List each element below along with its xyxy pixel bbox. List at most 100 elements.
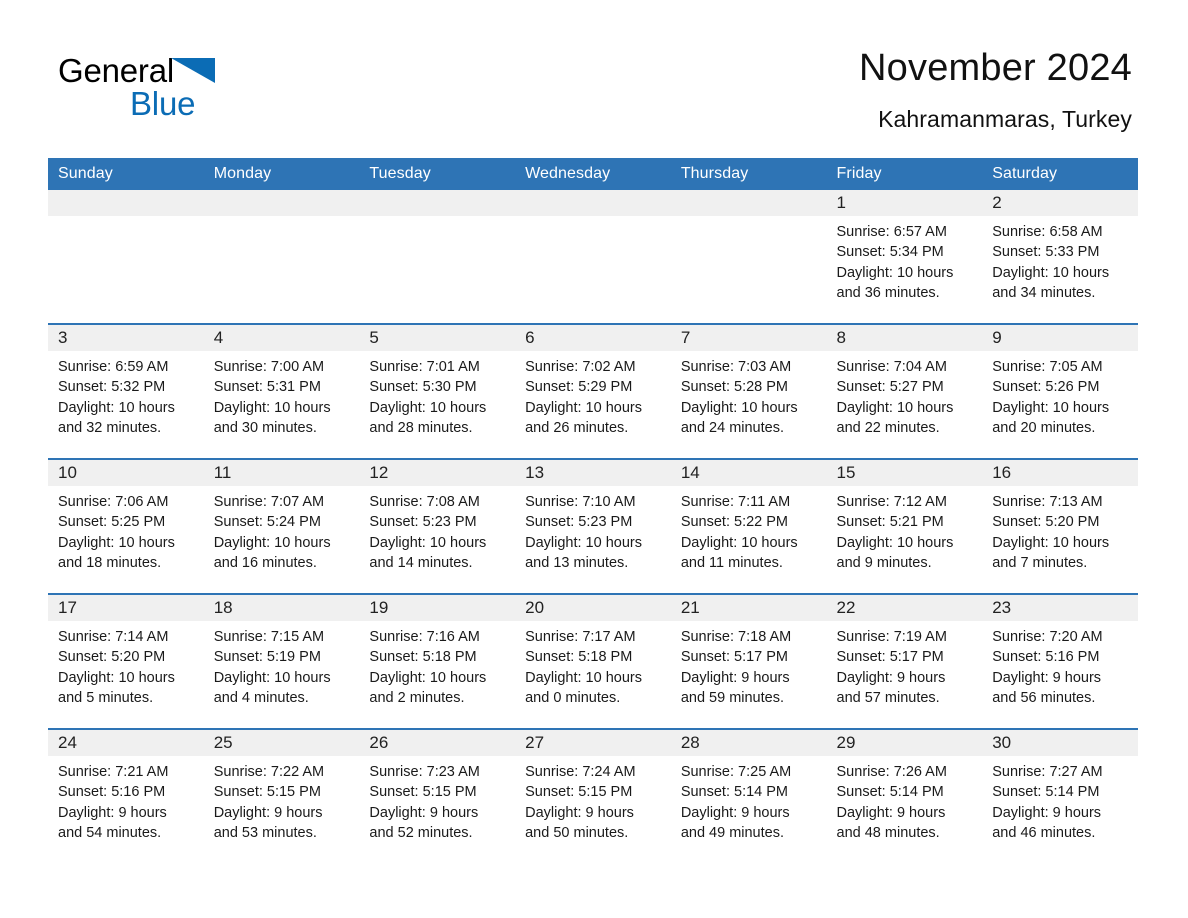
logo-text-blue: Blue [130,85,196,122]
calendar-day-cell[interactable]: 7 Sunrise: 7:03 AM Sunset: 5:28 PM Daylight… [670,323,827,459]
calendar-day-cell[interactable]: 29 Sunrise: 7:26 AM Sunset: 5:14 PM Dayligh… [826,728,983,863]
sunset-text: Sunset: 5:17 PM [836,649,944,666]
calendar-week-row: 17 Sunrise: 7:14 AM Sunset: 5:20 PM Dayligh… [48,593,1138,729]
day-details: Sunrise: 7:05 AM Sunset: 5:26 PM Daylight:… [982,351,1138,438]
calendar-day-cell[interactable]: 18 Sunrise: 7:15 AM Sunset: 5:19 PM Dayligh… [203,593,360,729]
calendar-day-cell[interactable]: 14 Sunrise: 7:11 AM Sunset: 5:22 PM Dayligh… [670,458,827,594]
day-cell-inner: 18 Sunrise: 7:15 AM Sunset: 5:19 PM Dayligh… [203,595,360,728]
sunrise-text: Sunrise: 6:58 AM [992,224,1103,240]
sunrise-text: Sunrise: 7:19 AM [836,629,947,645]
calendar-day-cell[interactable]: 1 Sunrise: 6:57 AM Sunset: 5:34 PM Daylight… [826,190,983,324]
day-cell-inner: 5 Sunrise: 7:01 AM Sunset: 5:30 PM Daylight… [359,325,516,458]
sunset-text: Sunset: 5:18 PM [369,649,477,666]
calendar-day-cell[interactable]: 24 Sunrise: 7:21 AM Sunset: 5:16 PM Dayligh… [48,728,204,863]
day-number [359,190,516,216]
day-details: Sunrise: 7:11 AM Sunset: 5:22 PM Daylight:… [671,486,827,573]
day-cell-inner: 2 Sunrise: 6:58 AM Sunset: 5:33 PM Daylight… [982,190,1138,323]
day-cell-inner: 15 Sunrise: 7:12 AM Sunset: 5:21 PM Dayligh… [826,460,983,593]
day-cell-inner: 14 Sunrise: 7:11 AM Sunset: 5:22 PM Dayligh… [670,460,827,593]
calendar-day-cell[interactable]: 10 Sunrise: 7:06 AM Sunset: 5:25 PM Dayligh… [48,458,204,594]
calendar-day-cell[interactable]: 21 Sunrise: 7:18 AM Sunset: 5:17 PM Dayligh… [670,593,827,729]
calendar-day-cell[interactable]: 2 Sunrise: 6:58 AM Sunset: 5:33 PM Daylight… [982,190,1138,324]
sunrise-text: Sunrise: 7:07 AM [213,494,325,510]
day-cell-inner: 3 Sunrise: 6:59 AM Sunset: 5:32 PM Daylight… [48,325,204,458]
daylight-text: Daylight: 10 hours and 26 minutes. [525,399,642,436]
day-number: 19 [359,595,516,621]
calendar-day-cell-empty [670,190,827,324]
day-cell-inner: 4 Sunrise: 7:00 AM Sunset: 5:31 PM Daylight… [203,325,360,458]
sunset-text: Sunset: 5:23 PM [525,514,633,531]
sunrise-text: Sunrise: 7:00 AM [213,359,325,375]
calendar-day-cell[interactable]: 12 Sunrise: 7:08 AM Sunset: 5:23 PM Dayligh… [359,458,516,594]
sunrise-text: Sunrise: 7:27 AM [992,764,1103,780]
calendar-day-cell[interactable]: 13 Sunrise: 7:10 AM Sunset: 5:23 PM Dayligh… [515,458,671,594]
day-cell-inner [670,190,827,323]
day-cell-inner [515,190,671,323]
sunset-text: Sunset: 5:15 PM [369,784,477,801]
calendar-day-cell[interactable]: 26 Sunrise: 7:23 AM Sunset: 5:15 PM Dayligh… [359,728,516,863]
weekday-header-thursday: Thursday [670,158,827,190]
calendar-day-cell[interactable]: 4 Sunrise: 7:00 AM Sunset: 5:31 PM Daylight… [203,323,360,459]
page-subtitle: Kahramanmaras, Turkey [878,106,1132,132]
calendar-day-cell-empty [515,190,671,324]
calendar-day-cell[interactable]: 15 Sunrise: 7:12 AM Sunset: 5:21 PM Dayligh… [826,458,983,594]
daylight-text: Daylight: 9 hours and 49 minutes. [680,804,790,841]
sunrise-text: Sunrise: 7:12 AM [836,494,947,510]
day-cell-inner: 12 Sunrise: 7:08 AM Sunset: 5:23 PM Dayligh… [359,460,516,593]
calendar-day-cell[interactable]: 27 Sunrise: 7:24 AM Sunset: 5:15 PM Dayligh… [515,728,671,863]
day-number: 7 [670,325,827,351]
calendar-day-cell[interactable]: 6 Sunrise: 7:02 AM Sunset: 5:29 PM Daylight… [515,323,671,459]
calendar-day-cell[interactable]: 25 Sunrise: 7:22 AM Sunset: 5:15 PM Dayligh… [203,728,360,863]
calendar-week-row: 1 Sunrise: 6:57 AM Sunset: 5:34 PM Daylight… [48,190,1138,324]
day-cell-inner [48,190,204,323]
weekday-header-monday: Monday [203,158,360,190]
calendar-header-row: Sunday Monday Tuesday Wednesday Thursday Frid… [48,158,1138,190]
day-number: 21 [670,595,827,621]
calendar-day-cell[interactable]: 8 Sunrise: 7:04 AM Sunset: 5:27 PM Daylight… [826,323,983,459]
calendar-day-cell[interactable]: 9 Sunrise: 7:05 AM Sunset: 5:26 PM Daylight… [982,323,1138,459]
daylight-text: Daylight: 10 hours and 13 minutes. [525,534,642,571]
day-details: Sunrise: 7:23 AM Sunset: 5:15 PM Daylight:… [359,756,515,843]
calendar-day-cell[interactable]: 16 Sunrise: 7:13 AM Sunset: 5:20 PM Dayligh… [982,458,1138,594]
logo-line-1: General [58,52,398,90]
calendar-day-cell[interactable]: 11 Sunrise: 7:07 AM Sunset: 5:24 PM Dayligh… [203,458,360,594]
calendar-day-cell[interactable]: 17 Sunrise: 7:14 AM Sunset: 5:20 PM Dayligh… [48,593,204,729]
calendar-day-cell[interactable]: 22 Sunrise: 7:19 AM Sunset: 5:17 PM Dayligh… [826,593,983,729]
sunset-text: Sunset: 5:33 PM [992,244,1100,261]
day-details: Sunrise: 7:10 AM Sunset: 5:23 PM Daylight:… [515,486,671,573]
calendar-day-cell[interactable]: 28 Sunrise: 7:25 AM Sunset: 5:14 PM Dayligh… [670,728,827,863]
day-details: Sunrise: 7:25 AM Sunset: 5:14 PM Daylight:… [671,756,827,843]
daylight-text: Daylight: 10 hours and 32 minutes. [58,399,175,436]
day-details: Sunrise: 6:58 AM Sunset: 5:33 PM Daylight:… [982,216,1138,303]
sunset-text: Sunset: 5:32 PM [58,379,166,396]
sunrise-text: Sunrise: 7:25 AM [680,764,792,780]
calendar-day-cell[interactable]: 23 Sunrise: 7:20 AM Sunset: 5:16 PM Dayligh… [982,593,1138,729]
sunset-text: Sunset: 5:25 PM [58,514,166,531]
day-details: Sunrise: 7:06 AM Sunset: 5:25 PM Daylight:… [48,486,204,573]
day-cell-inner: 27 Sunrise: 7:24 AM Sunset: 5:15 PM Dayligh… [515,730,671,863]
day-number: 11 [203,460,360,486]
day-number: 10 [48,460,204,486]
sunrise-text: Sunrise: 7:21 AM [58,764,169,780]
sunrise-text: Sunrise: 7:06 AM [58,494,169,510]
sunrise-text: Sunrise: 7:05 AM [992,359,1103,375]
calendar-day-cell-empty [48,190,204,324]
daylight-text: Daylight: 9 hours and 48 minutes. [836,804,946,841]
day-cell-inner: 24 Sunrise: 7:21 AM Sunset: 5:16 PM Dayligh… [48,730,204,863]
day-details: Sunrise: 7:02 AM Sunset: 5:29 PM Daylight:… [515,351,671,438]
day-number: 2 [982,190,1138,216]
daylight-text: Daylight: 10 hours and 7 minutes. [992,534,1110,571]
day-number [515,190,671,216]
day-number: 8 [826,325,983,351]
daylight-text: Daylight: 10 hours and 16 minutes. [213,534,331,571]
calendar-day-cell[interactable]: 19 Sunrise: 7:16 AM Sunset: 5:18 PM Dayligh… [359,593,516,729]
calendar-day-cell[interactable]: 20 Sunrise: 7:17 AM Sunset: 5:18 PM Dayligh… [515,593,671,729]
calendar-day-cell[interactable]: 30 Sunrise: 7:27 AM Sunset: 5:14 PM Dayligh… [982,728,1138,863]
day-number: 29 [826,730,983,756]
daylight-text: Daylight: 10 hours and 11 minutes. [680,534,798,571]
sunset-text: Sunset: 5:18 PM [525,649,633,666]
sunrise-text: Sunrise: 7:17 AM [525,629,636,645]
calendar-day-cell[interactable]: 3 Sunrise: 6:59 AM Sunset: 5:32 PM Daylight… [48,323,204,459]
calendar-day-cell[interactable]: 5 Sunrise: 7:01 AM Sunset: 5:30 PM Daylight… [359,323,516,459]
weekday-header-sunday: Sunday [48,158,204,190]
